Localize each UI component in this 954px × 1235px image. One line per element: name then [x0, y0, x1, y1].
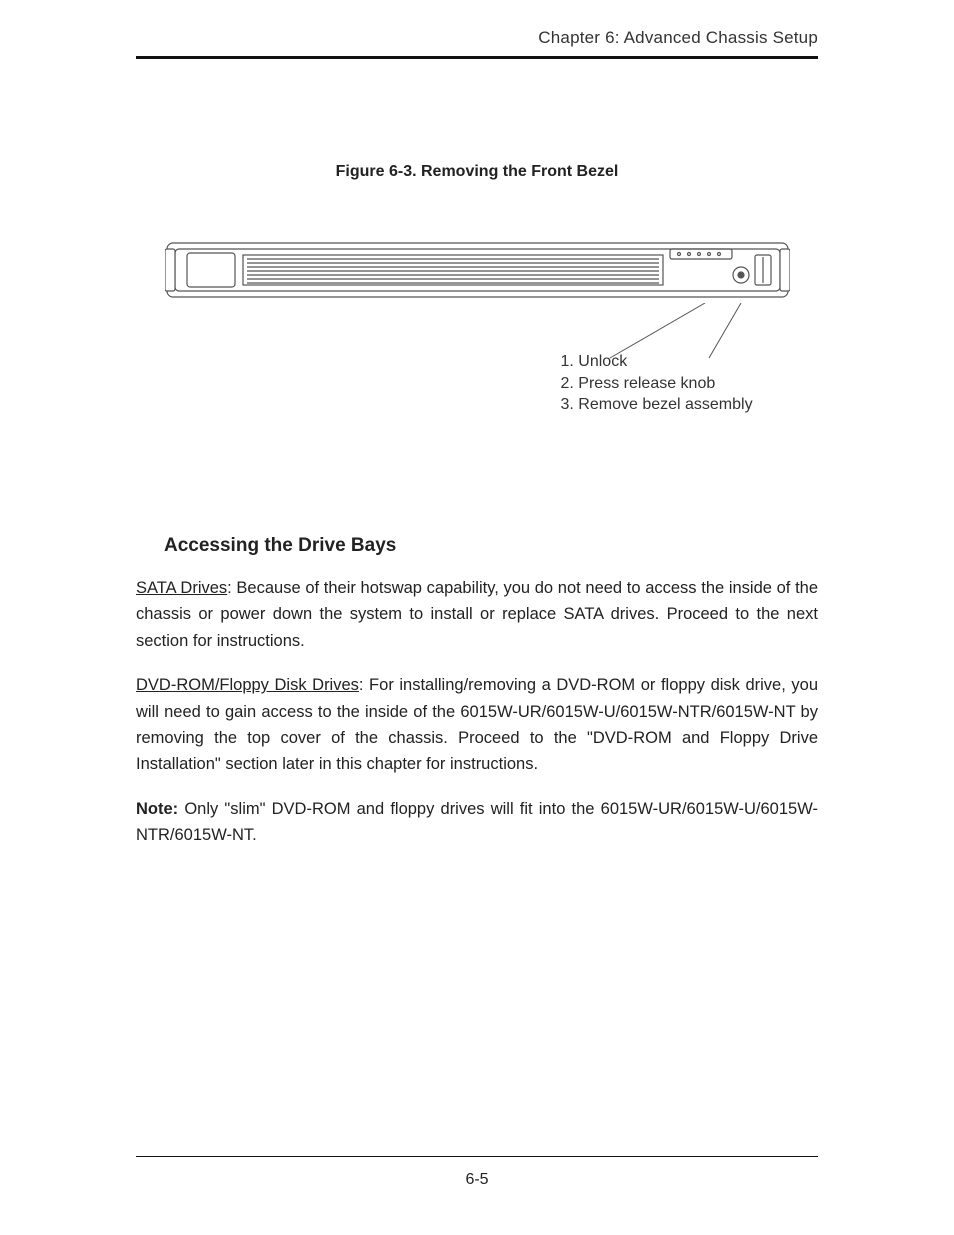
- text-sata-drives: : Because of their hotswap capability, y…: [136, 579, 818, 650]
- figure-caption: Figure 6-3. Removing the Front Bezel: [136, 163, 818, 181]
- footer-rule: [136, 1156, 818, 1157]
- paragraph-dvd-floppy: DVD-ROM/Floppy Disk Drives: For installi…: [136, 672, 818, 778]
- header-rule: [136, 56, 818, 59]
- lead-dvd-floppy: DVD-ROM/Floppy Disk Drives: [136, 676, 359, 694]
- figure-step-1: 1. Unlock: [561, 351, 753, 373]
- page-number: 6-5: [0, 1171, 954, 1189]
- figure-6-3: 1. Unlock 2. Press release knob 3. Remov…: [165, 235, 790, 305]
- paragraph-note: Note: Only "slim" DVD-ROM and floppy dri…: [136, 796, 818, 849]
- chassis-diagram: [165, 235, 790, 305]
- text-note: Only "slim" DVD-ROM and floppy drives wi…: [136, 800, 818, 844]
- figure-steps-list: 1. Unlock 2. Press release knob 3. Remov…: [561, 351, 753, 416]
- figure-step-3: 3. Remove bezel assembly: [561, 394, 753, 416]
- section-heading: Accessing the Drive Bays: [164, 535, 818, 557]
- paragraph-sata-drives: SATA Drives: Because of their hotswap ca…: [136, 575, 818, 654]
- lead-sata-drives: SATA Drives: [136, 579, 227, 597]
- chapter-header: Chapter 6: Advanced Chassis Setup: [136, 28, 818, 48]
- document-page: Chapter 6: Advanced Chassis Setup Figure…: [0, 0, 954, 1235]
- lead-note: Note:: [136, 800, 178, 818]
- figure-step-2: 2. Press release knob: [561, 373, 753, 395]
